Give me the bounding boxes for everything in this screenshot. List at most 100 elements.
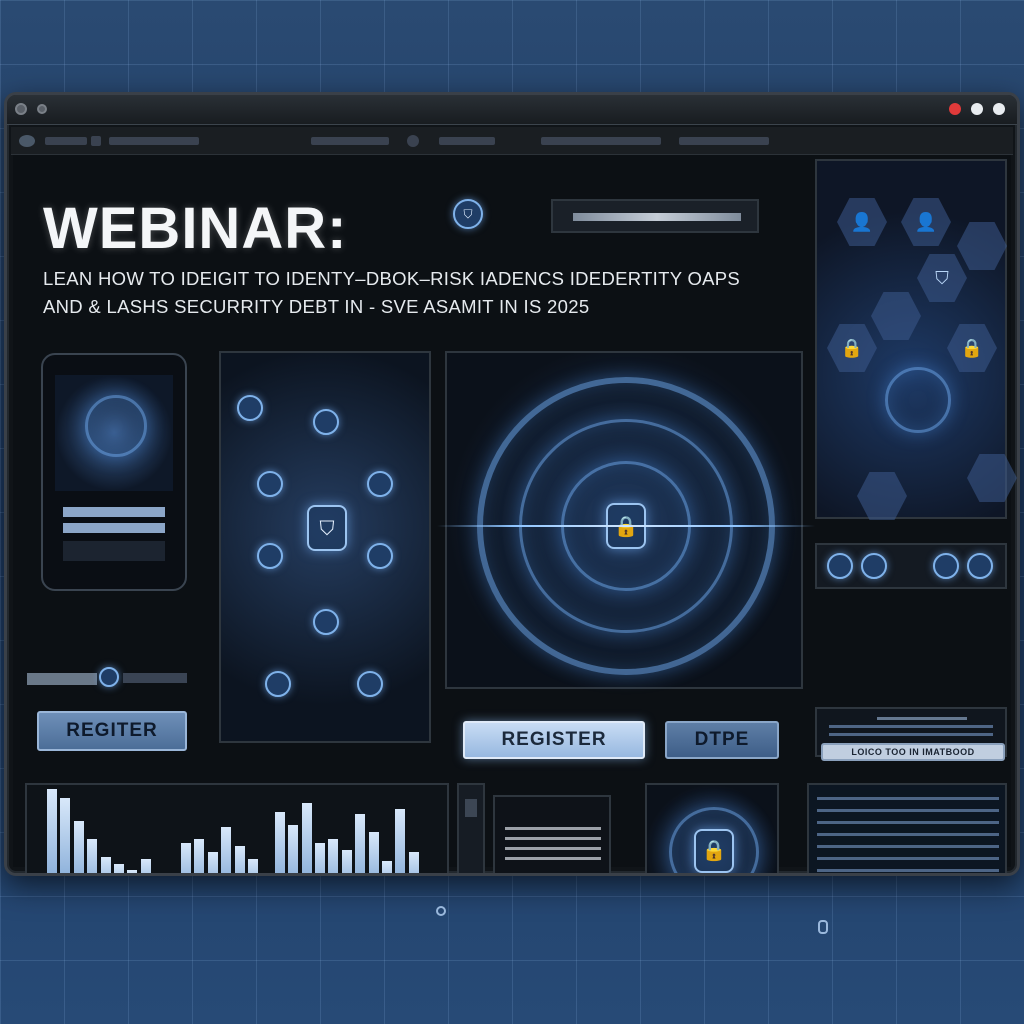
settings-icon[interactable] (407, 135, 419, 147)
login-button[interactable]: LOICO TOO IN IMATBOOD (821, 743, 1005, 761)
browser-window: WEBINAR: LEAN HOW TO IDEIGIT TO IDENTY–D… (4, 92, 1020, 876)
log-line-3 (505, 847, 601, 850)
chart-bar (301, 803, 312, 873)
bottom-lock-icon: 🔒 (694, 829, 734, 873)
page-title: WEBINAR: (43, 196, 348, 261)
hex-icon-3 (967, 454, 1017, 502)
chart-bar (368, 832, 379, 873)
scroll-thumb[interactable] (465, 799, 477, 817)
hex-lock-icon: 🔒 (827, 324, 877, 372)
chart-bar (355, 814, 366, 873)
hex-user-icon-2: 👤 (901, 198, 951, 246)
strip-icon-2[interactable] (861, 553, 887, 579)
log-line-2 (505, 837, 601, 840)
subtitle-line-2: AND & LASHS SECURRITY DEBT IN - SVE ASAM… (43, 296, 590, 317)
strip-icon-4[interactable] (967, 553, 993, 579)
window-close-button[interactable] (949, 103, 961, 115)
graph-node-icon-6 (367, 543, 393, 569)
left-control-track[interactable] (123, 673, 187, 683)
network-node-icon: ⛉ (453, 199, 483, 229)
register-button[interactable]: REGISTER (463, 721, 645, 759)
graph-node-icon-2 (313, 409, 339, 435)
data-line-2 (817, 809, 999, 812)
chart-bar (140, 859, 151, 873)
scanner-beam (437, 525, 815, 527)
toolbar-segment-2 (439, 137, 495, 145)
date-button[interactable]: DTPE (665, 721, 779, 759)
graph-node-icon-8 (265, 671, 291, 697)
graph-node-icon-3 (257, 471, 283, 497)
data-line-5 (817, 845, 999, 848)
window-maximize-button[interactable] (993, 103, 1005, 115)
chart-bar (234, 846, 245, 873)
chart-bar (154, 875, 164, 876)
address-bar[interactable] (109, 137, 199, 145)
register-button-left[interactable]: REGITER (37, 711, 187, 751)
subtitle-line-1: LEAN HOW TO IDEIGIT TO IDENTY–DBOK–RISK … (43, 268, 741, 289)
back-icon[interactable] (19, 135, 35, 147)
chart-bar (87, 839, 98, 873)
left-control-bar[interactable] (27, 673, 97, 685)
toolbar-segment-3 (541, 137, 661, 145)
hex-icon-2 (871, 292, 921, 340)
chart-bar (127, 870, 138, 873)
central-scanner-panel: 🔒 (437, 351, 815, 689)
log-line-4 (505, 857, 601, 860)
chart-bar (114, 864, 124, 873)
info-text-line (877, 717, 967, 720)
bg-node-icon-2 (818, 920, 828, 934)
data-line-3 (817, 821, 999, 824)
bg-node-icon (436, 906, 446, 916)
strip-icon-3[interactable] (933, 553, 959, 579)
hex-user-icon: 👤 (837, 198, 887, 246)
window-minimize-button[interactable] (971, 103, 983, 115)
window-menu-dot[interactable] (15, 103, 27, 115)
chart-bar (60, 798, 71, 873)
window-menu-dot-2[interactable] (37, 104, 47, 114)
activity-bar-chart (25, 783, 449, 876)
chart-bar (422, 873, 432, 876)
graph-node-icon-9 (357, 671, 383, 697)
hex-icon (957, 222, 1007, 270)
log-line-1 (505, 827, 601, 830)
chart-bar (328, 839, 339, 873)
chart-bar (395, 809, 406, 873)
chart-bar (221, 827, 232, 873)
toolbar-segment (311, 137, 389, 145)
toolbar-tab[interactable] (45, 137, 87, 145)
phone-lock-ring-icon (85, 395, 147, 457)
phone-input-1[interactable] (63, 507, 165, 517)
page-content: WEBINAR: LEAN HOW TO IDEIGIT TO IDENTY–D… (13, 155, 1017, 873)
chart-bar (382, 861, 392, 873)
phone-mockup (41, 353, 187, 591)
window-titlebar (7, 95, 1017, 125)
info-text-line-2 (829, 725, 993, 728)
phone-screen (55, 375, 173, 491)
graph-node-icon-5 (257, 543, 283, 569)
top-slider-panel (551, 199, 759, 233)
chart-bar (408, 852, 419, 873)
left-control-icon[interactable] (99, 667, 119, 687)
chart-bar (288, 825, 299, 873)
lock-ring-icon (885, 367, 951, 433)
data-text-panel (807, 783, 1007, 873)
chart-bar (274, 812, 285, 873)
chart-bar (73, 821, 84, 873)
chart-bar (315, 843, 325, 873)
strip-icon-1[interactable] (827, 553, 853, 579)
data-line-4 (817, 833, 999, 836)
chart-bar (207, 852, 218, 873)
chart-bar (248, 859, 258, 873)
icon-strip (815, 543, 1007, 589)
info-text-line-3 (829, 733, 993, 736)
security-hex-panel: 👤 👤 ⛉ 🔒 🔒 (815, 159, 1017, 520)
phone-input-2[interactable] (63, 523, 165, 533)
side-scroll-panel (457, 783, 485, 873)
network-graph-panel: ⛉ (219, 351, 431, 743)
browser-toolbar (11, 127, 1013, 155)
slider-track[interactable] (573, 213, 741, 221)
chart-bar (341, 850, 352, 873)
data-line-7 (817, 869, 999, 872)
graph-center-shield-icon: ⛉ (307, 505, 347, 551)
toolbar-icon[interactable] (91, 136, 101, 146)
